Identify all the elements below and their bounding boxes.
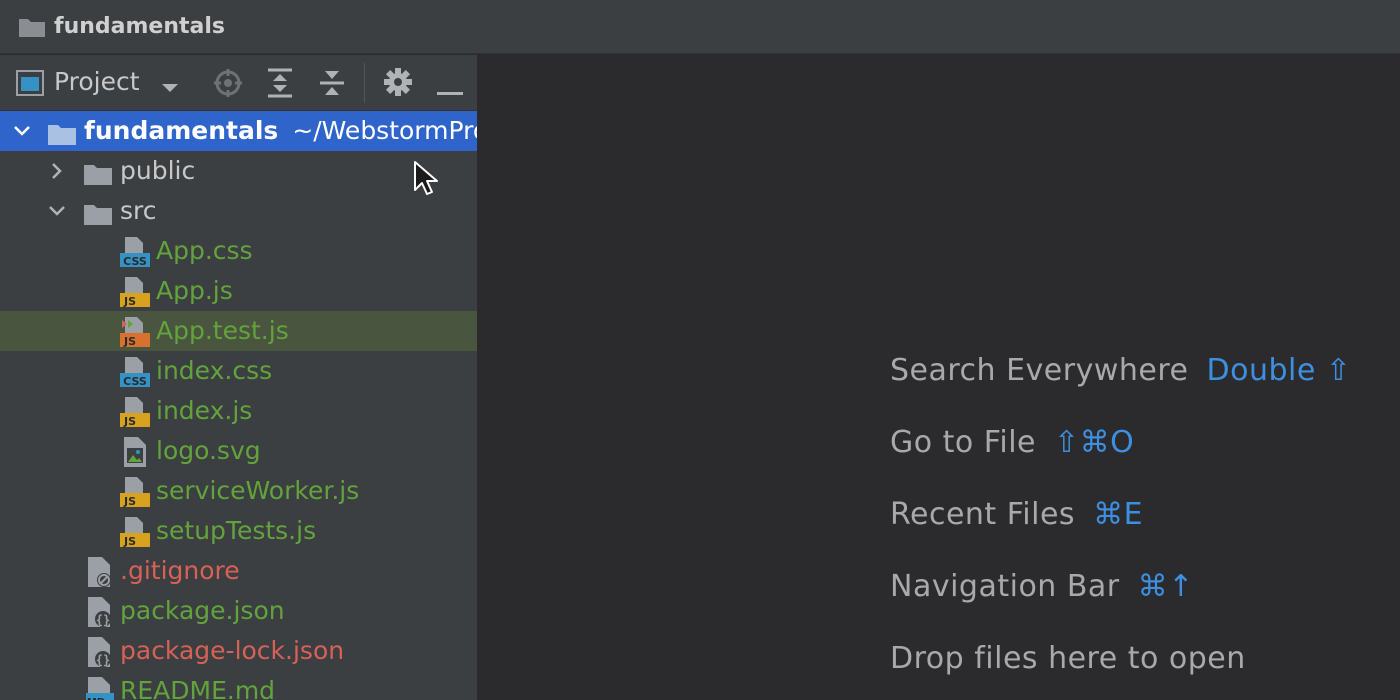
file-name: App.test.js — [156, 316, 289, 345]
hint-go-to-file[interactable]: Go to File ⇧⌘O — [890, 425, 1134, 460]
svg-text:JS: JS — [123, 335, 136, 348]
tree-node-src[interactable]: src — [0, 191, 477, 231]
root-folder-path: ~/WebstormPro — [292, 116, 478, 145]
window-title: fundamentals — [54, 14, 225, 39]
expand-all-icon[interactable] — [266, 68, 294, 102]
project-panel: Project fundamentals ~/WebstormPro publi… — [0, 55, 478, 700]
tree-file-app-test-js[interactable]: JS App.test.js — [0, 311, 477, 351]
tree-file-app-js[interactable]: JS App.js — [0, 271, 477, 311]
tree-node-root[interactable]: fundamentals ~/WebstormPro — [0, 111, 477, 151]
file-name: index.css — [156, 356, 273, 385]
file-name: .gitignore — [120, 556, 240, 585]
svg-text:CSS: CSS — [123, 255, 147, 268]
hint-shortcut: Double ⇧ — [1206, 353, 1352, 388]
dropdown-arrow-icon[interactable] — [160, 79, 180, 98]
svg-text:JS: JS — [123, 495, 136, 508]
svg-text:{}: {} — [96, 613, 110, 627]
tree-file-service-worker-js[interactable]: JS serviceWorker.js — [0, 471, 477, 511]
tree-file-logo-svg[interactable]: logo.svg — [0, 431, 477, 471]
chevron-down-icon[interactable] — [45, 191, 69, 231]
tree-node-public[interactable]: public — [0, 151, 477, 191]
hint-shortcut: ⌘E — [1093, 497, 1144, 532]
markdown-file-icon: MD — [85, 676, 115, 700]
hint-recent-files[interactable]: Recent Files ⌘E — [890, 497, 1143, 532]
gear-icon[interactable] — [384, 68, 412, 100]
collapse-all-icon[interactable] — [318, 68, 346, 102]
panel-title[interactable]: Project — [54, 67, 140, 96]
tree-file-readme-md[interactable]: MD README.md — [0, 671, 477, 700]
tree-file-setup-tests-js[interactable]: JS setupTests.js — [0, 511, 477, 551]
hint-search-everywhere[interactable]: Search Everywhere Double ⇧ — [890, 353, 1351, 388]
file-name: README.md — [120, 676, 276, 700]
chevron-down-icon[interactable] — [10, 111, 34, 151]
project-view-icon[interactable] — [16, 70, 44, 100]
hint-label: Go to File — [890, 425, 1036, 460]
file-name: App.css — [156, 236, 253, 265]
file-name: serviceWorker.js — [156, 476, 360, 505]
hint-drop-files: Drop files here to open — [890, 641, 1246, 676]
chevron-right-icon[interactable] — [45, 151, 69, 191]
file-name: App.js — [156, 276, 233, 305]
svg-text:JS: JS — [123, 415, 136, 428]
title-bar: fundamentals — [0, 0, 1400, 54]
svg-text:{}: {} — [96, 653, 110, 667]
folder-name: src — [120, 196, 157, 225]
hint-navigation-bar[interactable]: Navigation Bar ⌘↑ — [890, 569, 1194, 604]
editor-empty-state: Search Everywhere Double ⇧ Go to File ⇧⌘O … — [478, 55, 1400, 700]
tree-file-package-lock-json[interactable]: {} package-lock.json — [0, 631, 477, 671]
hint-label: Recent Files — [890, 497, 1076, 532]
project-panel-toolbar: Project — [0, 55, 477, 111]
hint-shortcut: ⌘↑ — [1137, 569, 1194, 604]
svg-text:JS: JS — [123, 295, 136, 308]
file-name: logo.svg — [156, 436, 261, 465]
project-tree: fundamentals ~/WebstormPro public src CS… — [0, 111, 477, 700]
toolbar-divider — [364, 63, 365, 103]
hint-label: Drop files here to open — [890, 641, 1246, 676]
locate-icon[interactable] — [213, 68, 243, 102]
folder-name: public — [120, 156, 196, 185]
hint-shortcut: ⇧⌘O — [1054, 425, 1135, 460]
tree-file-gitignore[interactable]: .gitignore — [0, 551, 477, 591]
root-folder-name: fundamentals — [84, 116, 279, 145]
tree-file-package-json[interactable]: {} package.json — [0, 591, 477, 631]
file-name: package-lock.json — [120, 636, 345, 665]
svg-text:CSS: CSS — [123, 375, 147, 388]
folder-icon — [18, 16, 46, 38]
file-name: index.js — [156, 396, 253, 425]
hint-label: Search Everywhere — [890, 353, 1189, 388]
minimize-icon[interactable] — [437, 81, 463, 100]
svg-text:JS: JS — [123, 535, 136, 548]
tree-file-index-css[interactable]: CSS index.css — [0, 351, 477, 391]
hint-label: Navigation Bar — [890, 569, 1120, 604]
tree-file-index-js[interactable]: JS index.js — [0, 391, 477, 431]
file-name: setupTests.js — [156, 516, 317, 545]
mouse-cursor-icon — [413, 160, 439, 200]
tree-file-app-css[interactable]: CSS App.css — [0, 231, 477, 271]
file-name: package.json — [120, 596, 285, 625]
